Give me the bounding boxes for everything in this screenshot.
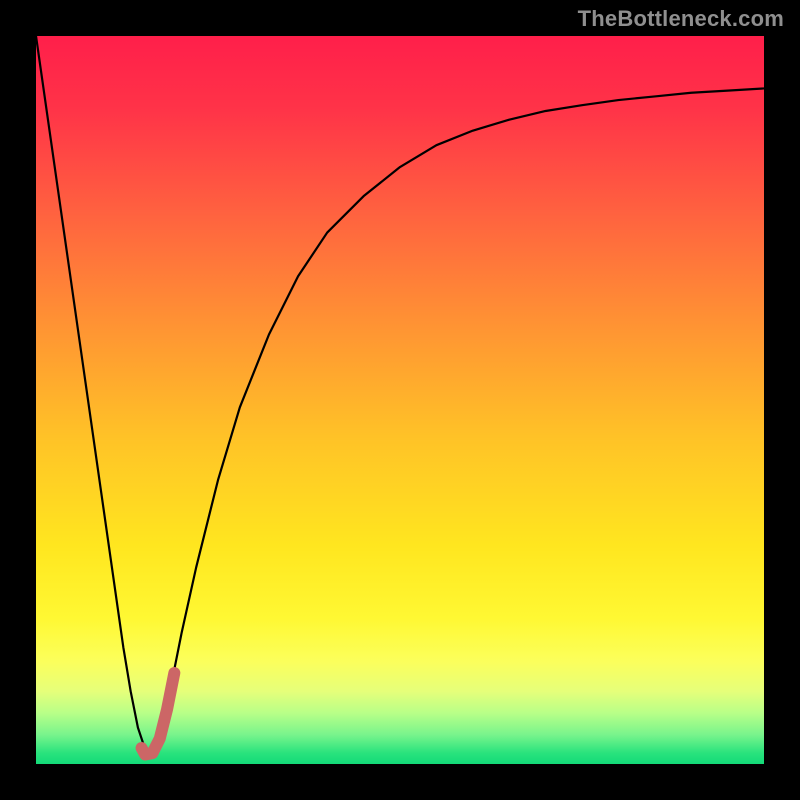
bottleneck-curve <box>36 36 764 757</box>
plot-area <box>36 36 764 764</box>
chart-frame: TheBottleneck.com <box>0 0 800 800</box>
chart-canvas <box>36 36 764 764</box>
highlight-mark <box>142 673 175 755</box>
credit-text: TheBottleneck.com <box>578 6 784 32</box>
